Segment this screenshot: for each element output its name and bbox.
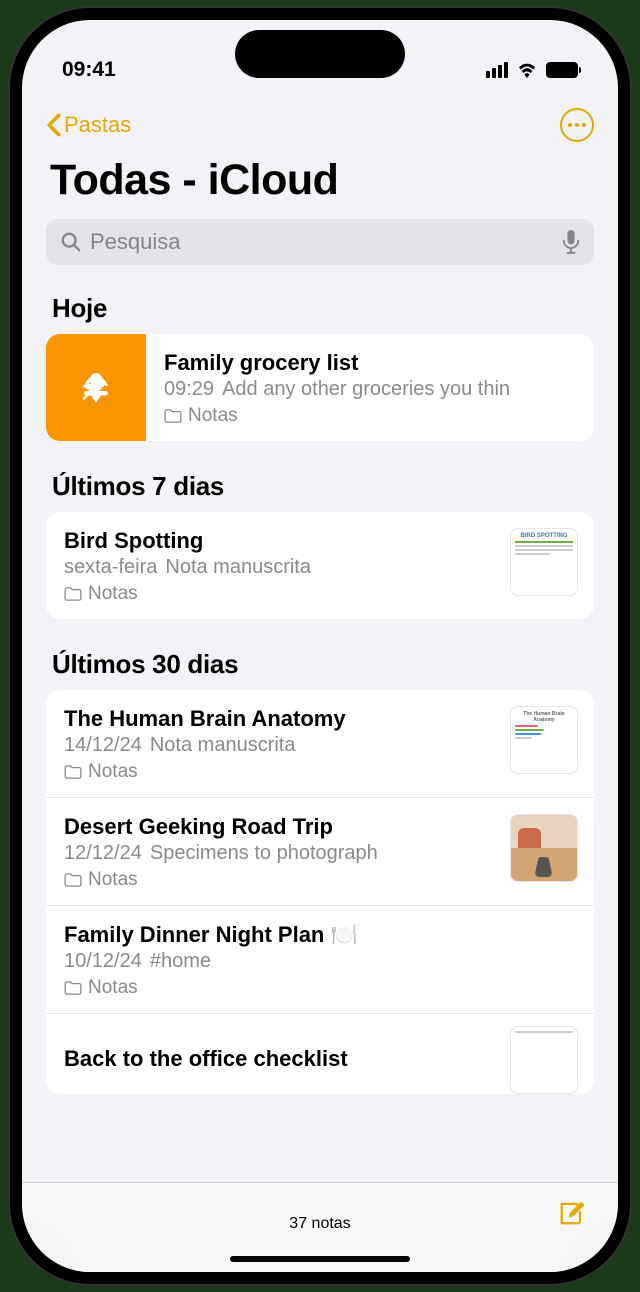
section-header-today: Hoje [46,281,594,334]
note-thumbnail [510,1026,578,1094]
note-body: Family Dinner Night Plan 🍽️ 10/12/24 #hom… [46,906,594,1013]
note-preview: Nota manuscrita [165,556,311,578]
section-header-last30: Últimos 30 dias [46,637,594,690]
search-bar[interactable] [46,219,594,265]
note-row[interactable]: Back to the office checklist [46,1013,594,1094]
note-date: sexta-feira [64,556,157,578]
note-row[interactable]: Family grocery list 09:29 Add any other g… [46,334,594,441]
note-row[interactable]: Family Dinner Night Plan 🍽️ 10/12/24 #hom… [46,905,594,1013]
note-body: Family grocery list 09:29 Add any other g… [146,334,594,441]
pin-icon [78,370,114,406]
status-time: 09:41 [62,58,116,82]
folder-icon [64,765,82,779]
note-preview: Specimens to photograph [150,842,378,864]
mic-icon[interactable] [562,230,580,254]
note-body: Back to the office checklist [46,1014,510,1094]
back-button[interactable]: Pastas [46,112,131,138]
compose-icon [556,1197,588,1229]
note-title: Bird Spotting [64,528,492,554]
note-meta: 10/12/24 #home [64,950,576,973]
folder-label: Notas [88,583,138,605]
search-icon [60,231,82,253]
more-button[interactable] [560,108,594,142]
note-meta: 09:29 Add any other groceries you thin [164,378,576,401]
folder-label: Notas [188,405,238,427]
ellipsis-icon [568,123,586,127]
note-thumbnail [510,814,578,882]
note-row[interactable]: Bird Spotting sexta-feira Nota manuscrita… [46,512,594,619]
note-thumbnail: The Human Brain Anatomy [510,706,578,774]
screen: 09:41 Pastas Todas - iCloud [22,20,618,1272]
note-meta: sexta-feira Nota manuscrita [64,556,492,579]
note-count: 37 notas [289,1215,350,1233]
nav-bar: Pastas [22,100,618,146]
note-folder: Notas [64,977,576,999]
chevron-left-icon [46,113,62,137]
note-folder: Notas [64,869,492,891]
note-title: Desert Geeking Road Trip [64,814,492,840]
note-row[interactable]: Desert Geeking Road Trip 12/12/24 Specime… [46,797,594,905]
pin-indicator [46,334,146,441]
note-date: 09:29 [164,378,214,400]
note-title: Family grocery list [164,350,576,376]
notes-list[interactable]: Hoje Family grocery list 09:29 Add any ot… [22,281,618,1182]
page-title: Todas - iCloud [22,146,618,219]
section-card-last7: Bird Spotting sexta-feira Nota manuscrita… [46,512,594,619]
thumb-title: The Human Brain Anatomy [515,711,573,723]
phone-frame: 09:41 Pastas Todas - iCloud [10,8,630,1284]
folder-icon [164,409,182,423]
note-meta: 12/12/24 Specimens to photograph [64,842,492,865]
note-body: Desert Geeking Road Trip 12/12/24 Specime… [46,798,510,905]
status-right [486,62,578,78]
dynamic-island [235,30,405,78]
note-row[interactable]: The Human Brain Anatomy 14/12/24 Nota man… [46,690,594,797]
note-title: The Human Brain Anatomy [64,706,492,732]
note-preview: Nota manuscrita [150,734,296,756]
note-preview: Add any other groceries you thin [222,378,510,400]
note-date: 14/12/24 [64,734,142,756]
note-folder: Notas [64,583,492,605]
folder-label: Notas [88,761,138,783]
note-body: The Human Brain Anatomy 14/12/24 Nota man… [46,690,510,797]
folder-icon [64,587,82,601]
note-date: 10/12/24 [64,950,142,972]
home-indicator[interactable] [230,1256,410,1262]
search-input[interactable] [90,229,554,255]
note-body: Bird Spotting sexta-feira Nota manuscrita… [46,512,510,619]
note-thumbnail: BIRD SPOTTING [510,528,578,596]
note-date: 12/12/24 [64,842,142,864]
note-title: Family Dinner Night Plan 🍽️ [64,922,576,948]
section-card-last30: The Human Brain Anatomy 14/12/24 Nota man… [46,690,594,1094]
folder-icon [64,873,82,887]
note-folder: Notas [164,405,576,427]
section-header-last7: Últimos 7 dias [46,459,594,512]
note-title: Back to the office checklist [64,1030,492,1072]
folder-icon [64,981,82,995]
folder-label: Notas [88,977,138,999]
thumb-title: BIRD SPOTTING [515,533,573,539]
note-preview: #home [150,950,211,972]
bottom-toolbar: 37 notas [22,1182,618,1272]
folder-label: Notas [88,869,138,891]
note-meta: 14/12/24 Nota manuscrita [64,734,492,757]
battery-icon [546,62,578,78]
wifi-icon [516,62,538,78]
compose-button[interactable] [556,1197,588,1234]
cellular-icon [486,62,508,78]
back-label: Pastas [64,112,131,138]
section-card-today: Family grocery list 09:29 Add any other g… [46,334,594,441]
note-folder: Notas [64,761,492,783]
